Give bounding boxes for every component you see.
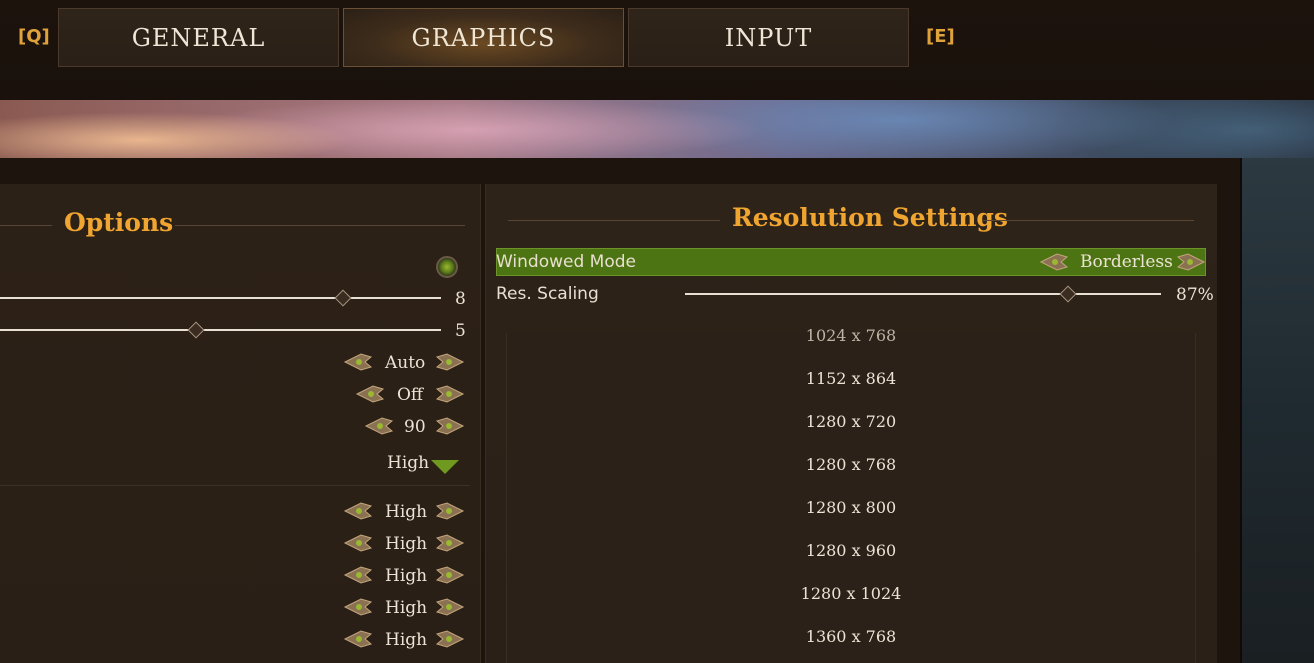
- option1-value: Auto: [385, 353, 426, 373]
- heading-rule-right: [175, 225, 465, 226]
- left-arrow-icon[interactable]: [343, 534, 373, 552]
- right-arrow-icon[interactable]: [435, 502, 465, 520]
- windowed-mode-label: Windowed Mode: [496, 252, 637, 272]
- resolution-item[interactable]: 1152 x 864: [506, 369, 1196, 388]
- tab-input-label: INPUT: [724, 23, 813, 52]
- quality-row-value: High: [385, 534, 428, 554]
- slider2-value: 5: [455, 321, 466, 341]
- left-arrow-icon[interactable]: [1039, 253, 1069, 271]
- right-arrow-icon[interactable]: [435, 417, 465, 435]
- tab-graphics-label: GRAPHICS: [411, 23, 556, 52]
- next-tab-key-hint[interactable]: [E]: [926, 26, 955, 47]
- heading-rule-left: [0, 225, 52, 226]
- resolution-item[interactable]: 1360 x 768: [506, 627, 1196, 646]
- quality-row-value: High: [385, 598, 428, 618]
- quality-row-value: High: [385, 502, 428, 522]
- tab-general-label: GENERAL: [131, 23, 266, 52]
- right-arrow-icon[interactable]: [435, 385, 465, 403]
- left-arrow-icon[interactable]: [364, 417, 394, 435]
- right-arrow-icon[interactable]: [435, 353, 465, 371]
- tab-input[interactable]: INPUT: [628, 8, 909, 67]
- resolution-item[interactable]: 1280 x 1024: [506, 584, 1196, 603]
- right-arrow-icon[interactable]: [435, 598, 465, 616]
- slider1-track[interactable]: [0, 297, 441, 299]
- resolution-item[interactable]: 1024 x 768: [506, 326, 1196, 345]
- left-arrow-icon[interactable]: [343, 630, 373, 648]
- heading-rule-right: [982, 220, 1194, 221]
- left-arrow-icon[interactable]: [343, 502, 373, 520]
- top-tab-bar: [Q] GENERAL GRAPHICS INPUT [E]: [0, 0, 1314, 100]
- dropdown-value[interactable]: High: [387, 453, 429, 473]
- resolution-item[interactable]: 1280 x 800: [506, 498, 1196, 517]
- res-scaling-track[interactable]: [685, 293, 1161, 295]
- options-heading: Options: [64, 208, 174, 237]
- tab-graphics[interactable]: GRAPHICS: [343, 8, 624, 67]
- left-arrow-icon[interactable]: [343, 353, 373, 371]
- left-arrow-icon[interactable]: [355, 385, 385, 403]
- res-scaling-label: Res. Scaling: [496, 284, 599, 304]
- heading-rule-left: [508, 220, 720, 221]
- tab-general[interactable]: GENERAL: [58, 8, 339, 67]
- option2-value: Off: [397, 385, 424, 405]
- resolution-item[interactable]: 1280 x 720: [506, 412, 1196, 431]
- decorative-banner: [0, 100, 1314, 160]
- resolution-item[interactable]: 1280 x 960: [506, 541, 1196, 560]
- left-arrow-icon[interactable]: [343, 566, 373, 584]
- resolution-heading: Resolution Settings: [732, 203, 1008, 232]
- left-arrow-icon[interactable]: [343, 598, 373, 616]
- slider1-value: 8: [455, 289, 466, 309]
- right-arrow-icon[interactable]: [435, 566, 465, 584]
- quality-row-value: High: [385, 566, 428, 586]
- slider2-track[interactable]: [0, 329, 441, 331]
- right-arrow-icon[interactable]: [1176, 253, 1206, 271]
- right-arrow-icon[interactable]: [435, 630, 465, 648]
- prev-tab-key-hint[interactable]: [Q]: [18, 26, 50, 47]
- right-arrow-icon[interactable]: [435, 534, 465, 552]
- option3-value: 90: [404, 417, 426, 437]
- res-scaling-value: 87%: [1176, 285, 1214, 305]
- quality-row-value: High: [385, 630, 428, 650]
- resolution-item[interactable]: 1280 x 768: [506, 455, 1196, 474]
- windowed-mode-value: Borderless: [1080, 252, 1173, 272]
- dropdown-arrow-icon[interactable]: [431, 460, 459, 474]
- toggle-button[interactable]: [436, 256, 458, 278]
- background-strip: [1242, 158, 1314, 663]
- section-divider: [0, 485, 470, 486]
